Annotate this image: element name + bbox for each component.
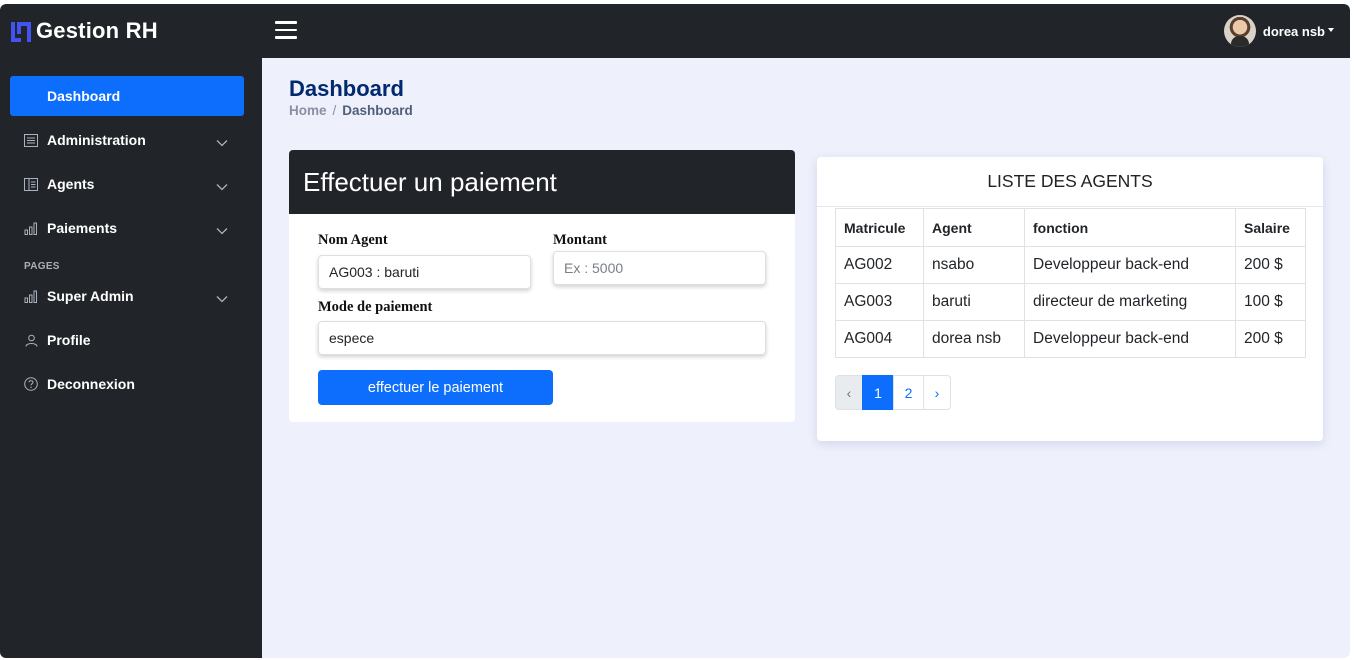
caret-down-icon [1328, 28, 1334, 32]
cell-matricule: AG004 [835, 320, 924, 358]
app-window: Gestion RH dorea nsb Dashboard Administr… [0, 4, 1350, 658]
pagination-page-2[interactable]: 2 [893, 375, 924, 410]
cell-agent: dorea nsb [923, 320, 1025, 358]
user-menu[interactable]: dorea nsb [1223, 14, 1334, 48]
sidebar-toggle-icon[interactable] [275, 18, 297, 40]
person-icon [23, 332, 39, 348]
sidebar-item-label: Agents [47, 176, 95, 192]
question-circle-icon [23, 376, 39, 392]
grid-icon [23, 88, 39, 104]
sidebar-item-label: Deconnexion [47, 376, 135, 392]
cell-salaire: 100 $ [1235, 283, 1306, 321]
agents-list-card: LISTE DES AGENTS Matricule Agent fonctio… [817, 157, 1323, 441]
cell-fonction: Developpeur back-end [1024, 320, 1236, 358]
sidebar-item-paiements[interactable]: Paiements [10, 208, 244, 248]
table-row: AG002 nsabo Developpeur back-end 200 $ [835, 246, 1306, 284]
table-header-row: Matricule Agent fonction Salaire [835, 208, 1306, 247]
chevron-down-icon [216, 178, 228, 196]
logo-icon [10, 19, 32, 43]
user-name: dorea nsb [1262, 23, 1325, 39]
sidebar-item-label: Paiements [47, 220, 118, 236]
sidebar-item-label: Administration [47, 132, 146, 148]
sidebar-item-administration[interactable]: Administration [10, 120, 244, 160]
pagination-page-1[interactable]: 1 [862, 375, 894, 410]
payment-form-title: Effectuer un paiement [289, 150, 795, 214]
pagination-prev-button[interactable]: ‹ [835, 375, 863, 410]
sidebar-item-profile[interactable]: Profile [10, 320, 244, 360]
chevron-down-icon [216, 290, 228, 308]
sidebar-item-label: Dashboard [47, 88, 121, 104]
table-row: AG004 dorea nsb Developpeur back-end 200… [835, 320, 1306, 358]
payment-form-card: Effectuer un paiement Nom Agent Montant … [289, 150, 795, 422]
payment-mode-label: Mode de paiement [318, 299, 433, 315]
chevron-down-icon [216, 134, 228, 152]
table-row: AG003 baruti directeur de marketing 100 … [835, 283, 1306, 321]
sidebar-item-super-admin[interactable]: Super Admin [10, 276, 244, 316]
payment-mode-field[interactable] [318, 321, 766, 355]
bar-chart-icon [23, 220, 39, 236]
amount-field[interactable] [553, 251, 766, 285]
chevron-down-icon [216, 222, 228, 240]
cell-matricule: AG003 [835, 283, 924, 321]
cell-salaire: 200 $ [1235, 246, 1306, 284]
bar-chart-icon [23, 288, 39, 304]
amount-field-label: Montant [553, 232, 607, 248]
breadcrumb-current: Dashboard [342, 103, 413, 118]
cell-salaire: 200 $ [1235, 320, 1306, 358]
top-bar: Gestion RH dorea nsb [0, 4, 1350, 58]
cell-agent: baruti [923, 283, 1025, 321]
breadcrumb-separator: / [332, 103, 337, 118]
menu-icon [23, 132, 39, 148]
sidebar-item-agents[interactable]: Agents [10, 164, 244, 204]
breadcrumb-home-link[interactable]: Home [289, 103, 327, 118]
pagination: ‹ 1 2 › [835, 375, 951, 410]
sidebar-item-label: Profile [47, 332, 91, 348]
agent-field-label: Nom Agent [318, 232, 388, 248]
sidebar-section-heading: PAGES [24, 261, 60, 272]
column-header-fonction: fonction [1024, 208, 1236, 247]
logo[interactable]: Gestion RH [10, 16, 158, 46]
column-header-salaire: Salaire [1235, 208, 1306, 247]
sidebar-item-label: Super Admin [47, 288, 134, 304]
agent-field[interactable] [318, 255, 531, 289]
cell-agent: nsabo [923, 246, 1025, 284]
sidebar-item-deconnexion[interactable]: Deconnexion [10, 364, 244, 404]
app-name: Gestion RH [36, 18, 158, 43]
layout-text-icon [23, 176, 39, 192]
cell-fonction: Developpeur back-end [1024, 246, 1236, 284]
submit-payment-button[interactable]: effectuer le paiement [318, 370, 553, 405]
column-header-agent: Agent [923, 208, 1025, 247]
agents-table: Matricule Agent fonction Salaire AG002 n… [835, 208, 1306, 358]
sidebar: Dashboard Administration Agents Paiement… [0, 58, 262, 658]
cell-matricule: AG002 [835, 246, 924, 284]
agents-list-title: LISTE DES AGENTS [817, 157, 1323, 207]
avatar [1223, 15, 1256, 47]
cell-fonction: directeur de marketing [1024, 283, 1236, 321]
page-title: Dashboard [289, 76, 404, 101]
pagination-next-button[interactable]: › [923, 375, 951, 410]
breadcrumb: Home / Dashboard [289, 103, 413, 118]
column-header-matricule: Matricule [835, 208, 924, 247]
sidebar-item-dashboard[interactable]: Dashboard [10, 76, 244, 116]
